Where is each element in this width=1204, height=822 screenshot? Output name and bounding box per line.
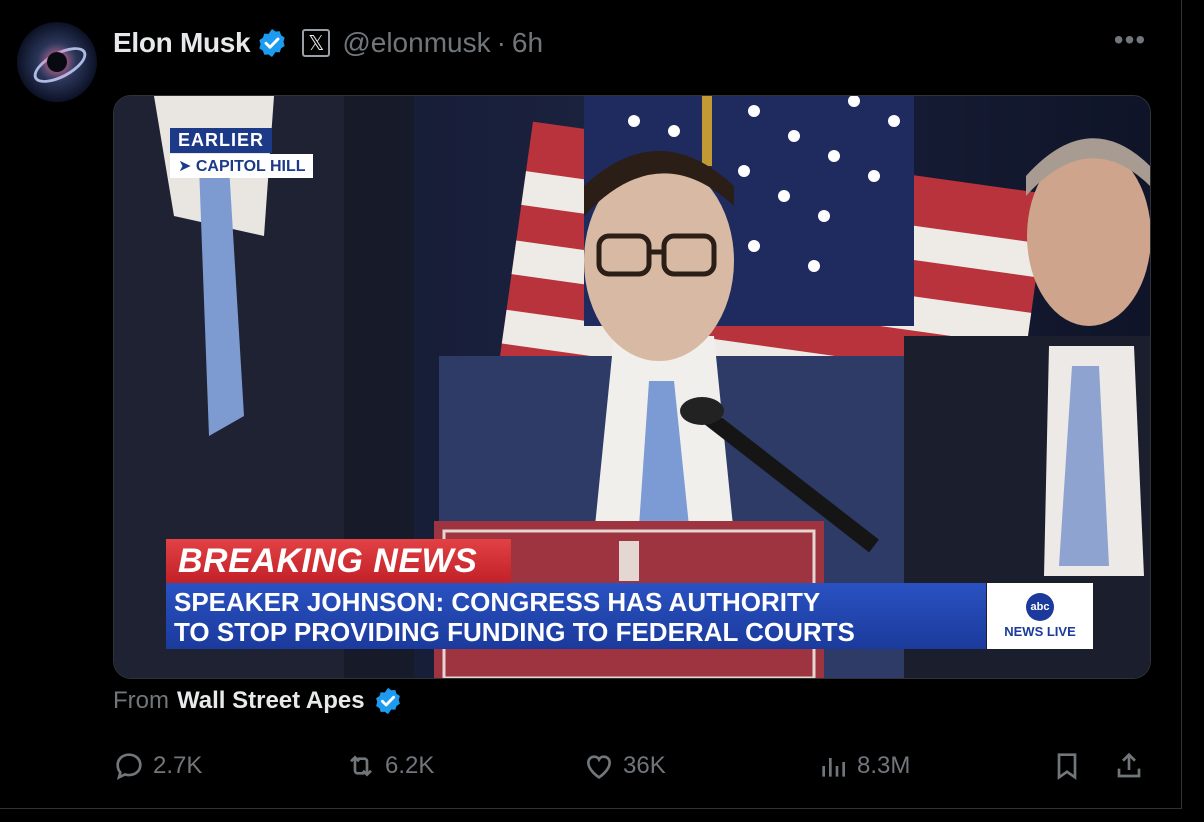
author-name[interactable]: Elon Musk: [113, 27, 251, 59]
breaking-news-banner: BREAKING NEWS: [166, 539, 511, 583]
bookmark-button[interactable]: [1051, 746, 1083, 786]
network-logo: abc NEWS LIVE: [987, 583, 1093, 649]
reply-count: 2.7K: [153, 752, 203, 779]
x-affiliation-icon[interactable]: 𝕏: [302, 29, 331, 57]
reply-icon: [116, 753, 142, 780]
attribution-prefix: From: [113, 687, 169, 714]
author-avatar[interactable]: [17, 22, 97, 102]
view-count: 8.3M: [857, 752, 911, 779]
views-button[interactable]: 8.3M: [817, 746, 910, 786]
post-timestamp[interactable]: 6h: [512, 27, 543, 59]
repost-button[interactable]: 6.2K: [345, 746, 434, 786]
media-attribution: From Wall Street Apes: [113, 686, 403, 716]
repost-icon: [350, 755, 372, 777]
news-headline: SPEAKER JOHNSON: CONGRESS HAS AUTHORITY …: [166, 583, 986, 649]
repost-count: 6.2K: [385, 752, 435, 779]
news-live-label: NEWS LIVE: [1004, 624, 1076, 639]
action-bar: 2.7K 6.2K 36K 8.3M: [113, 746, 1153, 786]
headline-line-1: SPEAKER JOHNSON: CONGRESS HAS AUTHORITY: [174, 587, 821, 617]
share-button[interactable]: [1113, 746, 1145, 786]
location-tag: ➤ CAPITOL HILL: [170, 154, 314, 178]
video-media[interactable]: EARLIER ➤ CAPITOL HILL BREAKING NEWS SPE…: [113, 95, 1151, 679]
header-separator: ·: [496, 27, 506, 58]
more-options-icon[interactable]: •••: [1112, 26, 1148, 54]
analytics-icon: [822, 758, 845, 777]
earlier-tag: EARLIER: [170, 128, 273, 153]
verified-badge-icon: [375, 687, 400, 715]
like-button[interactable]: 36K: [583, 746, 666, 786]
abc-logo-icon: abc: [1026, 593, 1054, 621]
author-handle[interactable]: @elonmusk: [342, 27, 490, 59]
like-count: 36K: [623, 752, 666, 779]
post-card[interactable]: Elon Musk 𝕏 @elonmusk · 6h ••• EARLIER ➤…: [0, 0, 1182, 809]
share-icon: [1117, 752, 1141, 778]
avatar-core-decoration: [47, 52, 67, 72]
headline-line-2: TO STOP PROVIDING FUNDING TO FEDERAL COU…: [174, 617, 855, 647]
reply-button[interactable]: 2.7K: [113, 746, 202, 786]
verified-badge-icon[interactable]: [256, 27, 288, 59]
bookmark-icon: [1057, 753, 1077, 780]
post-header: Elon Musk 𝕏 @elonmusk · 6h: [113, 24, 543, 62]
attribution-source[interactable]: Wall Street Apes: [177, 687, 365, 715]
heart-icon: [586, 755, 612, 779]
